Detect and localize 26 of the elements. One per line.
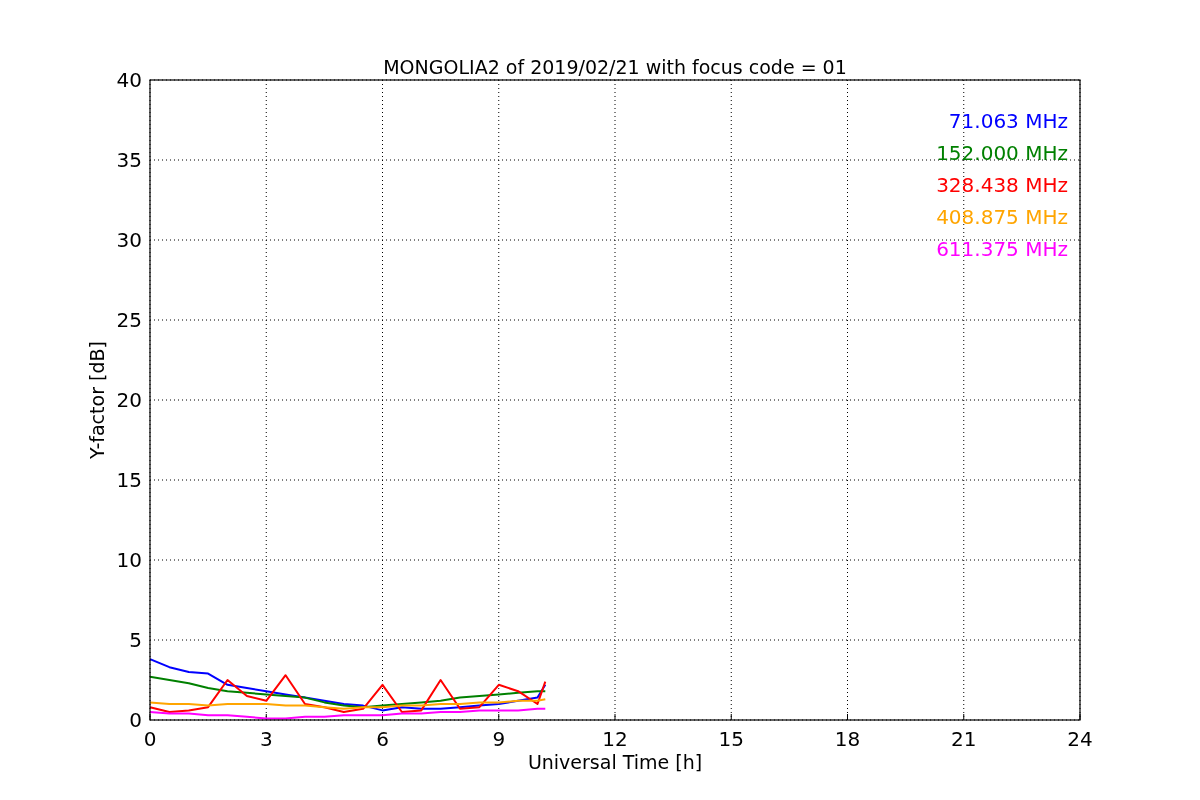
- x-tick-label: 18: [834, 727, 861, 751]
- y-tick-label: 0: [129, 708, 142, 732]
- x-tick-label: 0: [143, 727, 157, 751]
- chart-title: MONGOLIA2 of 2019/02/21 with focus code = 01: [383, 56, 847, 78]
- y-tick-label: 5: [129, 628, 142, 652]
- x-tick-label: 6: [376, 727, 389, 751]
- legend-label: 71.063 MHz: [948, 109, 1068, 133]
- legend-label: 611.375 MHz: [936, 237, 1068, 261]
- x-tick-label: 24: [1067, 727, 1093, 751]
- y-tick-label: 30: [116, 228, 142, 252]
- x-tick-label: 3: [259, 727, 273, 751]
- y-tick-label: 40: [116, 68, 142, 92]
- x-tick-label: 9: [492, 727, 506, 751]
- y-tick-label: 35: [116, 148, 142, 172]
- x-tick-label: 15: [718, 727, 744, 751]
- y-axis-label: Y-factor [dB]: [86, 341, 108, 459]
- y-tick-label: 25: [116, 308, 142, 332]
- legend-label: 328.438 MHz: [936, 173, 1068, 197]
- x-tick-label: 21: [951, 727, 977, 751]
- legend-label: 408.875 MHz: [936, 205, 1068, 229]
- legend-label: 152.000 MHz: [936, 141, 1068, 165]
- y-tick-label: 15: [116, 468, 142, 492]
- y-tick-label: 10: [116, 548, 142, 572]
- x-axis-label: Universal Time [h]: [527, 751, 703, 773]
- y-tick-label: 20: [116, 388, 142, 412]
- x-tick-label: 12: [602, 727, 628, 751]
